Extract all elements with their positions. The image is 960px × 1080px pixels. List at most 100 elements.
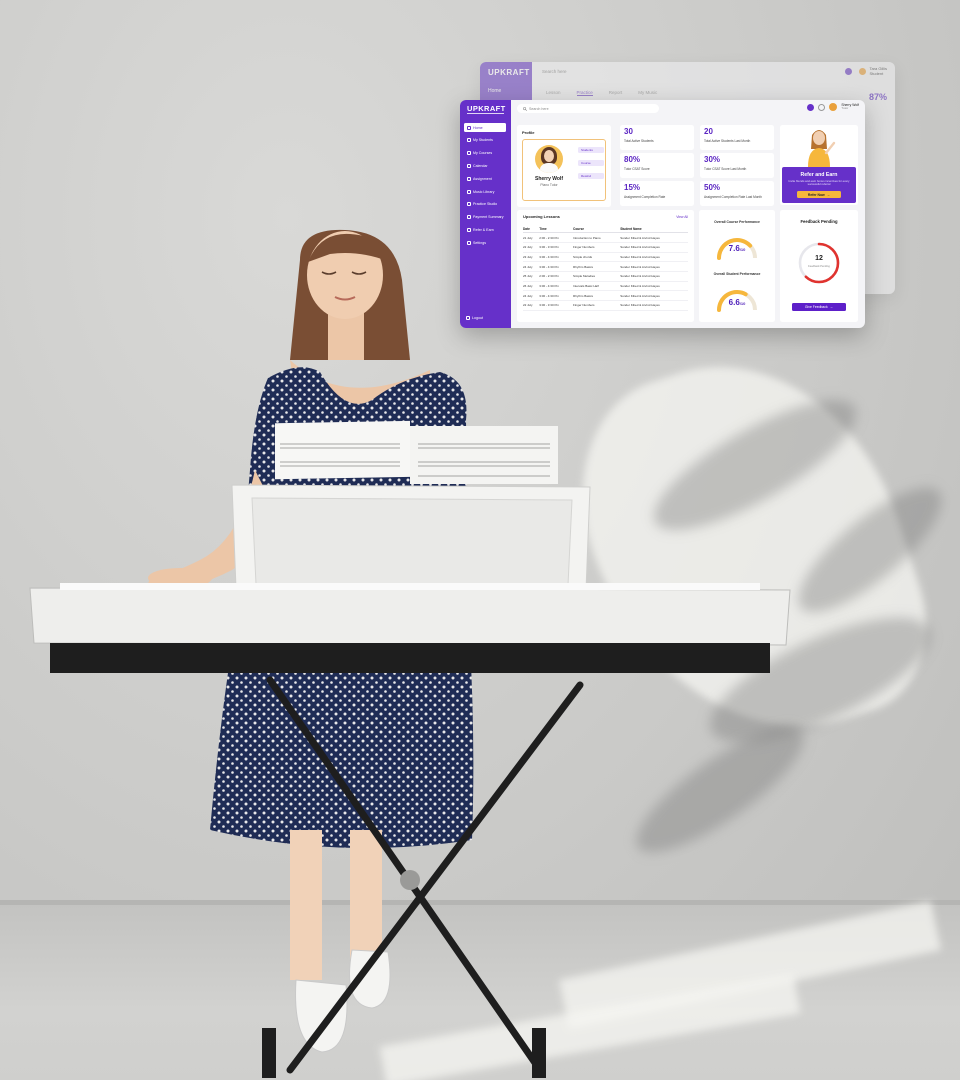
course-pill-label: Course: [581, 161, 591, 165]
table-row[interactable]: 25 July 2:00 - 2:30 Pm Simple Melodies Sund…: [523, 271, 688, 282]
table-row[interactable]: 22 July 3:00 - 3:30 Pm Finger Numbers Sunde…: [523, 300, 688, 311]
table-cell: 3:00 - 3:30 Pm: [539, 300, 574, 311]
back-search: Search here: [542, 69, 567, 74]
table-cell: 3:00 - 4:30 Pm: [539, 261, 574, 272]
table-row[interactable]: 24 July 3:00 - 4:30 Pm Rhythm Basics Sunder…: [523, 290, 688, 301]
table-row[interactable]: 26 July 3:00 - 4:30 Pm Intervals Basic Hal…: [523, 281, 688, 292]
table-row[interactable]: 23 July 3:00 - 4:30 Pm Simple chords Sunder…: [523, 252, 688, 263]
stat-card: 20 Total Active Students Last Month: [700, 125, 774, 150]
search-input[interactable]: Search here: [517, 104, 659, 113]
student-performance-title: Overall Student Performance: [713, 272, 761, 276]
stat-value: 50%: [704, 183, 721, 192]
sidebar-item-label: Assignment: [473, 176, 492, 181]
back-user: Tara Gillis Student: [845, 66, 887, 76]
sidebar-item-music-library[interactable]: Music Library: [464, 187, 506, 196]
settings-gear-icon[interactable]: [818, 103, 826, 111]
table-row[interactable]: 22 July 3:00 - 3:30 Pm Finger Numbers Sunde…: [523, 242, 688, 253]
back-avatar: [859, 67, 867, 75]
table-cell: 26 July: [523, 281, 540, 292]
table-cell: Rhythm Basics: [573, 261, 621, 272]
table-row[interactable]: 21 July 2:00 - 2:30 Pm Introduction to Pia…: [523, 232, 688, 243]
table-cell: Sunder Kibed & Arvind Hayes: [620, 300, 688, 311]
table-cell: Sunder Kibed & Arvind Hayes: [620, 232, 688, 243]
stat-label: Tutor CSAT Score: [624, 167, 650, 171]
stat-card: 30% Tutor CSAT Score Last Month: [700, 153, 774, 178]
sidebar-item-assignment[interactable]: Assignment: [464, 174, 506, 183]
sidebar-item-home[interactable]: Home: [464, 123, 506, 132]
calendar-icon: [467, 163, 471, 168]
users-icon: [467, 138, 471, 143]
app-logo: UPKRAFT: [467, 104, 506, 113]
students-pill-label: Students: [581, 148, 593, 152]
view-all-link[interactable]: View All: [676, 215, 688, 219]
table-cell: Introduction to Piano: [573, 232, 621, 243]
table-cell: 24 July: [523, 290, 540, 301]
sidebar-item-my-students[interactable]: My Students: [464, 136, 506, 145]
table-cell: 24 July: [523, 261, 540, 272]
back-tab-active: Practice: [576, 90, 593, 96]
user-menu[interactable]: Sherry Wolf Tutor: [841, 103, 859, 111]
feedback-count-label: Feedback Pending: [808, 265, 830, 268]
sidebar-item-refer-earn[interactable]: Refer & Earn: [464, 225, 506, 234]
students-pill[interactable]: Students: [578, 147, 604, 153]
arrow-right-icon: →: [826, 192, 831, 197]
profile-name: Sherry Wolf: [535, 176, 563, 182]
logout-button[interactable]: Logout: [466, 316, 483, 320]
table-cell: 3:00 - 4:30 Pm: [539, 290, 574, 301]
student-performance-value: 6.6/10: [699, 298, 775, 307]
gift-icon: [467, 227, 471, 232]
sidebar: UPKRAFT Home My Students My Courses Calenda…: [460, 100, 511, 328]
back-percent: 87%: [868, 92, 887, 102]
stat-label: Total Active Students: [624, 139, 654, 143]
sidebar-item-my-courses[interactable]: My Courses: [464, 149, 506, 158]
user-role: Tutor: [841, 106, 849, 111]
give-feedback-button[interactable]: Give Feedback →: [792, 303, 846, 311]
table-header-row: Date Time Course Student Name: [523, 225, 688, 234]
sidebar-item-label: Settings: [473, 240, 486, 245]
back-logo: UPKRAFT: [488, 68, 530, 77]
stat-value: 80%: [624, 155, 641, 164]
course-performance-title: Overall Course Performance: [714, 220, 760, 224]
back-bell-icon: [845, 67, 853, 75]
student-score-suffix: /10: [739, 301, 746, 306]
sidebar-item-payment-summary[interactable]: Payment Summary: [464, 213, 506, 222]
table-cell: 3:00 - 4:30 Pm: [539, 281, 574, 292]
table-cell: 22 July: [523, 300, 540, 311]
table-cell: Rhythm Basics: [573, 290, 621, 301]
stat-card: 50% Assignment Completion Rate Last Mont…: [700, 181, 774, 206]
upcoming-lessons-card: Upcoming Lessons View All Date Time Cour…: [517, 210, 694, 322]
table-row[interactable]: 24 July 3:00 - 4:30 Pm Rhythm Basics Sunder…: [523, 261, 688, 272]
profile-role: Piano Tutor: [540, 183, 558, 187]
course-score: 7.6: [728, 244, 740, 253]
back-sidebar-item: Home: [488, 88, 502, 94]
sidebar-item-practice-studio[interactable]: Practice Studio: [464, 200, 506, 209]
stat-value: 15%: [624, 183, 641, 192]
table-cell: 22 July: [523, 242, 540, 253]
column-header: Date: [523, 225, 540, 234]
back-tabs: Lesson Practice Report My Music: [546, 90, 657, 96]
sidebar-item-label: Refer & Earn: [473, 227, 494, 232]
refer-subtitle: Invite friends and earn bonus incentives…: [788, 179, 850, 187]
table-cell: 3:00 - 4:30 Pm: [539, 252, 574, 263]
table-cell: Simple chords: [573, 252, 621, 263]
feedback-title: Feedback Pending: [800, 219, 838, 224]
rewind-pill[interactable]: Rewind: [578, 173, 604, 179]
wallet-icon: [467, 215, 471, 220]
back-tab: Report: [608, 90, 623, 95]
notification-bell-icon[interactable]: [807, 103, 815, 111]
home-icon: [467, 125, 471, 130]
profile-details: Sherry Wolf Piano Tutor Students Course …: [522, 139, 606, 201]
stat-card: 80% Tutor CSAT Score: [620, 153, 694, 178]
table-cell: Simple Melodies: [573, 271, 621, 282]
student-score: 6.6: [728, 298, 740, 307]
sidebar-item-settings[interactable]: Settings: [464, 238, 506, 247]
course-score-suffix: /10: [739, 247, 746, 252]
table-cell: 25 July: [523, 271, 540, 282]
table-cell: Sunder Kibed & Arvind Hayes: [620, 252, 688, 263]
user-avatar[interactable]: [829, 103, 838, 111]
refer-now-button[interactable]: Refer Now →: [797, 191, 841, 198]
course-pill[interactable]: Course: [578, 160, 604, 166]
search-placeholder: Search here: [529, 106, 549, 111]
sidebar-item-label: My Students: [473, 138, 493, 143]
sidebar-item-calendar[interactable]: Calendar: [464, 161, 506, 170]
